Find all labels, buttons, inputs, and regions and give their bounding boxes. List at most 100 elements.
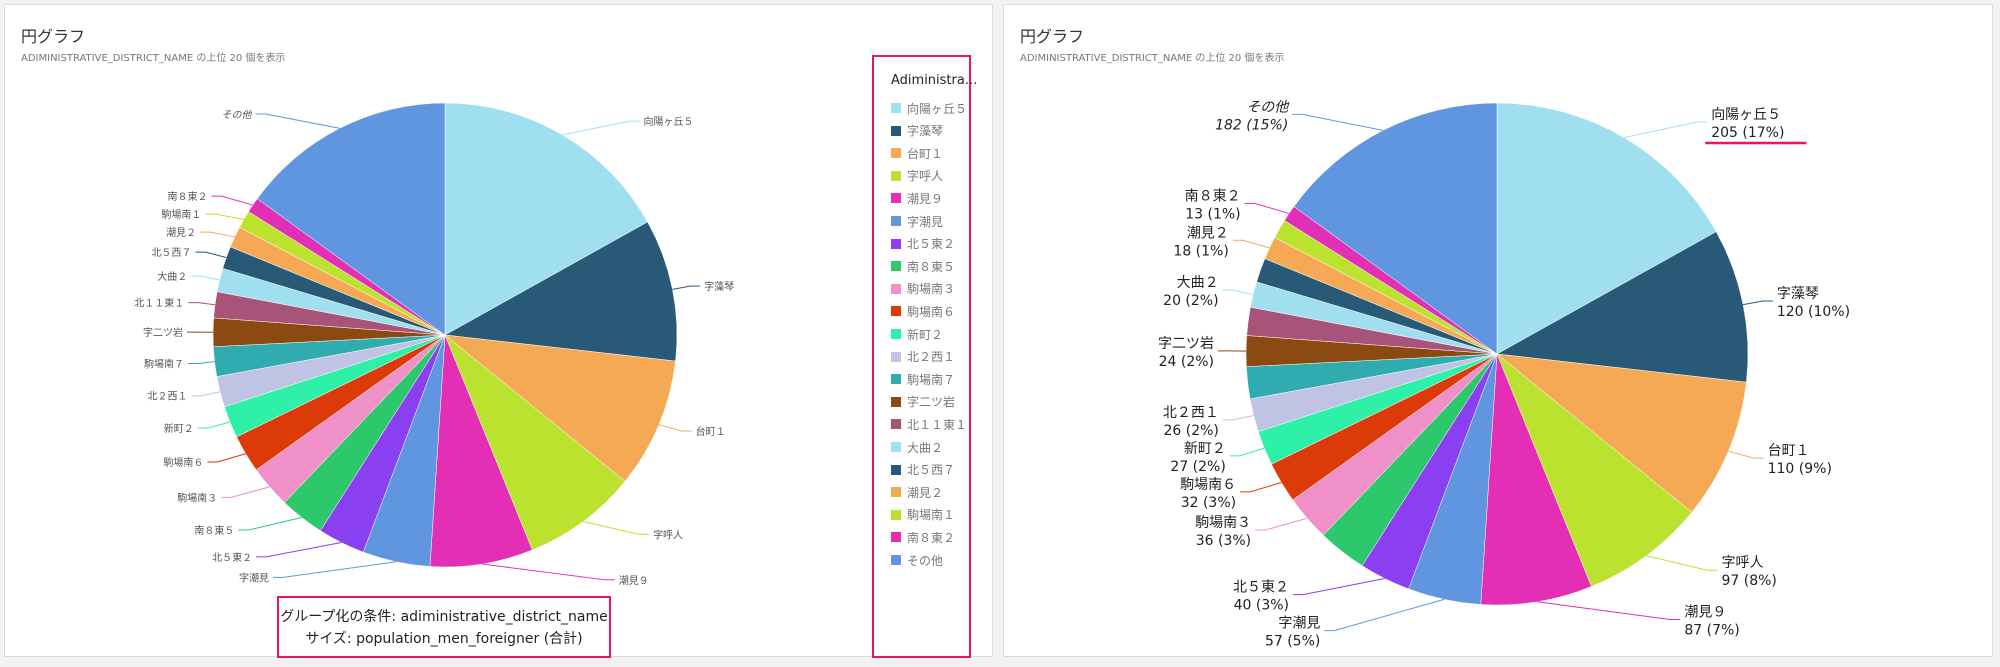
slice-label: 北５東２ xyxy=(212,551,252,564)
legend-swatch xyxy=(891,125,901,136)
slice-value-label: 13 (1%) xyxy=(1185,206,1240,222)
legend-swatch xyxy=(891,419,901,430)
slice-label: 字二ツ岩 xyxy=(143,326,183,339)
leader-line xyxy=(191,275,220,281)
slice-label: 字藻琴 xyxy=(704,280,734,293)
legend-item[interactable]: 駒場南３ xyxy=(891,280,955,298)
slice-label: 字呼人 xyxy=(653,528,683,541)
leader-line xyxy=(1229,447,1265,457)
slice-label: その他 xyxy=(1246,99,1290,115)
slice-value-label: 27 (2%) xyxy=(1170,459,1225,475)
slice-label: 向陽ヶ丘５ xyxy=(1711,107,1781,123)
legend-item[interactable]: 新町２ xyxy=(891,325,943,343)
leader-line xyxy=(482,563,615,581)
legend-label: 新町２ xyxy=(907,327,944,342)
slice-value-label: 57 (5%) xyxy=(1265,634,1320,650)
legend-label: 北２西１ xyxy=(907,350,956,365)
legend-item[interactable]: 駒場南６ xyxy=(891,302,955,320)
legend-item[interactable]: 字潮見 xyxy=(891,212,943,230)
leader-line xyxy=(211,195,253,206)
legend-item[interactable]: 字藻琴 xyxy=(891,122,943,140)
legend-item[interactable]: 大曲２ xyxy=(891,438,943,456)
legend-item[interactable]: 南８東５ xyxy=(891,257,955,275)
legend-swatch xyxy=(891,238,901,249)
legend-swatch xyxy=(891,442,901,452)
legend-swatch xyxy=(891,351,901,362)
leader-line xyxy=(1255,517,1308,531)
legend-label: 向陽ヶ丘５ xyxy=(907,101,968,116)
pie-chart-panel-right: 円グラフ ADIMINISTRATIVE_DISTRICT_NAME の上位 2… xyxy=(1003,4,1993,657)
slice-label: 駒場南３ xyxy=(177,491,217,504)
legend-item[interactable]: 北２西１ xyxy=(891,348,955,366)
slice-value-label: 182 (15%) xyxy=(1215,117,1288,133)
legend-label: 潮見２ xyxy=(907,485,944,500)
legend-swatch xyxy=(891,329,901,339)
leader-line xyxy=(1222,414,1254,421)
legend-label: 駒場南１ xyxy=(907,508,956,523)
legend-item[interactable]: 駒場南１ xyxy=(891,506,955,524)
leader-line xyxy=(256,542,342,558)
slice-label: 潮見２ xyxy=(1187,225,1229,241)
leader-line xyxy=(1646,555,1718,571)
legend-label: その他 xyxy=(907,553,944,568)
legend-item[interactable]: 台町１ xyxy=(891,144,943,162)
slice-value-label: 18 (1%) xyxy=(1173,243,1228,259)
legend-swatch xyxy=(891,261,901,272)
legend-label: 大曲２ xyxy=(907,440,944,455)
slice-label: 南８東２ xyxy=(168,190,208,203)
leader-line xyxy=(205,213,244,220)
legend-item[interactable]: その他 xyxy=(891,551,943,569)
legend-label: 駒場南６ xyxy=(907,304,956,319)
legend-swatch xyxy=(891,396,901,407)
slice-label: 北２西１ xyxy=(148,391,188,403)
leader-line xyxy=(1240,482,1282,493)
pie-chart-right: 向陽ヶ丘５ 205 (17%) 字藻琴 120 (10%) 台町１ 110 (9%) 字呼人… xyxy=(1158,99,1850,650)
legend-item[interactable]: 駒場南７ xyxy=(891,370,955,388)
legend-swatch xyxy=(891,464,901,475)
slice-value-label: 110 (9%) xyxy=(1768,461,1832,477)
leader-line xyxy=(195,251,227,258)
legend-item[interactable]: 南８東２ xyxy=(891,528,955,546)
slice-label: 向陽ヶ丘５ xyxy=(644,115,694,128)
legend-item[interactable]: 北５東２ xyxy=(891,235,955,253)
group-by-text: グループ化の条件: adiministrative_district_name xyxy=(280,609,608,625)
leader-line xyxy=(1537,601,1681,621)
legend-swatch xyxy=(891,487,901,498)
legend-item[interactable]: 潮見９ xyxy=(891,189,943,207)
legend-title: Adiministra... xyxy=(891,73,978,88)
leader-line xyxy=(238,516,302,531)
legend-item[interactable]: 向陽ヶ丘５ xyxy=(891,99,967,117)
slice-label: 字潮見 xyxy=(239,571,269,584)
slice-label: その他 xyxy=(222,109,253,121)
legend-item[interactable]: 北１１東１ xyxy=(891,415,967,433)
legend-swatch xyxy=(891,148,901,159)
legend-item[interactable]: 字呼人 xyxy=(891,167,943,185)
legend-item[interactable]: 潮見２ xyxy=(891,483,943,501)
leader-line xyxy=(191,391,221,397)
leader-line xyxy=(1743,300,1773,306)
leader-line xyxy=(1728,450,1764,459)
pie-chart-panel-left: 円グラフ ADIMINISTRATIVE_DISTRICT_NAME の上位 2… xyxy=(4,4,993,658)
legend-label: 北５東２ xyxy=(907,237,956,252)
legend-label: 北１１東１ xyxy=(907,417,968,432)
leader-line xyxy=(200,231,235,238)
leader-line xyxy=(1324,598,1445,632)
legend-label: 台町１ xyxy=(907,146,944,161)
leader-line xyxy=(207,453,246,463)
slice-label: 駒場南７ xyxy=(144,358,184,371)
legend-swatch xyxy=(891,216,901,226)
legend-item[interactable]: 北５西７ xyxy=(891,461,955,479)
slice-label: 北５東２ xyxy=(1233,580,1289,596)
slice-label: 新町２ xyxy=(1184,441,1226,457)
size-text: サイズ: population_men_foreigner (合計) xyxy=(305,631,583,647)
legend-label: 字藻琴 xyxy=(907,124,944,139)
legend-item[interactable]: 字二ツ岩 xyxy=(891,393,955,411)
leader-line xyxy=(197,421,231,429)
grouping-caption: グループ化の条件: adiministrative_district_name … xyxy=(277,596,611,658)
legend-swatch xyxy=(891,103,901,113)
slice-label: 北５西７ xyxy=(151,247,191,259)
slice-value-label: 36 (3%) xyxy=(1196,533,1251,549)
slice-value-label: 40 (3%) xyxy=(1234,598,1289,614)
slice-label: 北１１東１ xyxy=(134,297,184,310)
leader-line xyxy=(672,285,701,290)
